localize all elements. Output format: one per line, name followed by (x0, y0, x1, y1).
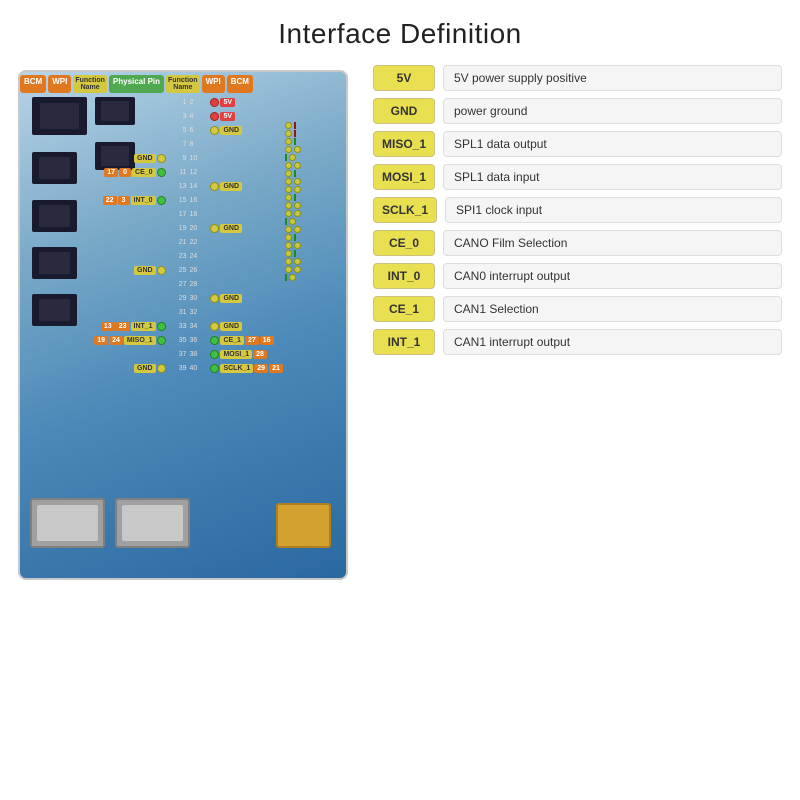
pin-row-12: GND 25 26 (18, 264, 358, 277)
board-area: BCM WPI FunctionName Physical Pin Functi… (18, 60, 358, 580)
legend-desc-6: CAN0 interrupt output (443, 263, 782, 289)
col-fn-right: FunctionName (166, 75, 200, 93)
legend-tag-1: GND (373, 98, 435, 124)
legend-desc-1: power ground (443, 98, 782, 124)
legend-row-1: GND power ground (373, 98, 782, 124)
pin-row-5: 170CE_0 11 12 (18, 166, 358, 179)
legend-desc-2: SPL1 data output (443, 131, 782, 157)
usb-port-2 (115, 498, 190, 548)
legend-tag-5: CE_0 (373, 230, 435, 256)
legend-tag-8: INT_1 (373, 329, 435, 355)
legend-desc-5: CANO Film Selection (443, 230, 782, 256)
column-headers: BCM WPI FunctionName Physical Pin Functi… (18, 75, 358, 93)
col-physical: Physical Pin (109, 75, 164, 93)
legend-tag-6: INT_0 (373, 263, 435, 289)
legend-row-4: SCLK_1 SPI1 clock input (373, 197, 782, 223)
page: Interface Definition (0, 0, 800, 800)
legend-tag-4: SCLK_1 (373, 197, 437, 223)
pin-row-17: 1924MISO_1 35 36 CE_12716 (18, 334, 358, 347)
legend-desc-3: SPL1 data input (443, 164, 782, 190)
legend-tag-7: CE_1 (373, 296, 435, 322)
pin-labels: BCM WPI FunctionName Physical Pin Functi… (18, 75, 358, 376)
pin-row-14: 29 30 GND (18, 292, 358, 305)
content-area: BCM WPI FunctionName Physical Pin Functi… (0, 60, 800, 580)
usb-group (30, 498, 190, 548)
pin-row-9: 19 20 GND (18, 222, 358, 235)
legend-tag-2: MISO_1 (373, 131, 435, 157)
legend-desc-7: CAN1 Selection (443, 296, 782, 322)
pin-row-0: 1 2 5V (18, 96, 358, 109)
pin-row-2: 5 6 GND (18, 124, 358, 137)
pin-row-19: GND 39 40 SCLK_12921 (18, 362, 358, 375)
legend-row-0: 5V 5V power supply positive (373, 65, 782, 91)
legend-desc-0: 5V power supply positive (443, 65, 782, 91)
pin-row-6: 13 14 GND (18, 180, 358, 193)
pin-row-11: 23 24 (18, 250, 358, 263)
col-wpi-right: WPI (202, 75, 225, 93)
legend-rows: 5V 5V power supply positive GND power groun… (373, 65, 782, 355)
legend-row-8: INT_1 CAN1 interrupt output (373, 329, 782, 355)
page-title: Interface Definition (0, 0, 800, 60)
col-fn-left: FunctionName (73, 75, 107, 93)
usb-port-1 (30, 498, 105, 548)
ethernet-port (276, 503, 331, 548)
legend-tag-3: MOSI_1 (373, 164, 435, 190)
pin-row-15: 31 32 (18, 306, 358, 319)
pin-row-7: 223INT_0 15 16 (18, 194, 358, 207)
pin-row-13: 27 28 (18, 278, 358, 291)
col-wpi-left: WPI (48, 75, 71, 93)
legend-tag-0: 5V (373, 65, 435, 91)
pin-row-16: 1323INT_1 33 34 GND (18, 320, 358, 333)
pin-row-3: 7 8 (18, 138, 358, 151)
pin-rows-container: 1 2 5V 3 4 5V 5 6 GND 7 8 GND 9 10 170CE… (18, 96, 358, 375)
pin-row-18: 37 38 MOSI_128 (18, 348, 358, 361)
pin-row-1: 3 4 5V (18, 110, 358, 123)
legend-desc-4: SPI1 clock input (445, 197, 782, 223)
legend-row-2: MISO_1 SPL1 data output (373, 131, 782, 157)
legend-row-3: MOSI_1 SPL1 data input (373, 164, 782, 190)
pin-row-4: GND 9 10 (18, 152, 358, 165)
legend-row-7: CE_1 CAN1 Selection (373, 296, 782, 322)
pin-row-10: 21 22 (18, 236, 358, 249)
legend-desc-8: CAN1 interrupt output (443, 329, 782, 355)
pin-row-8: 17 18 (18, 208, 358, 221)
legend-row-6: INT_0 CAN0 interrupt output (373, 263, 782, 289)
col-bcm-right: BCM (227, 75, 253, 93)
col-bcm-left: BCM (20, 75, 46, 93)
legend-area: 5V 5V power supply positive GND power groun… (368, 60, 782, 580)
legend-row-5: CE_0 CANO Film Selection (373, 230, 782, 256)
